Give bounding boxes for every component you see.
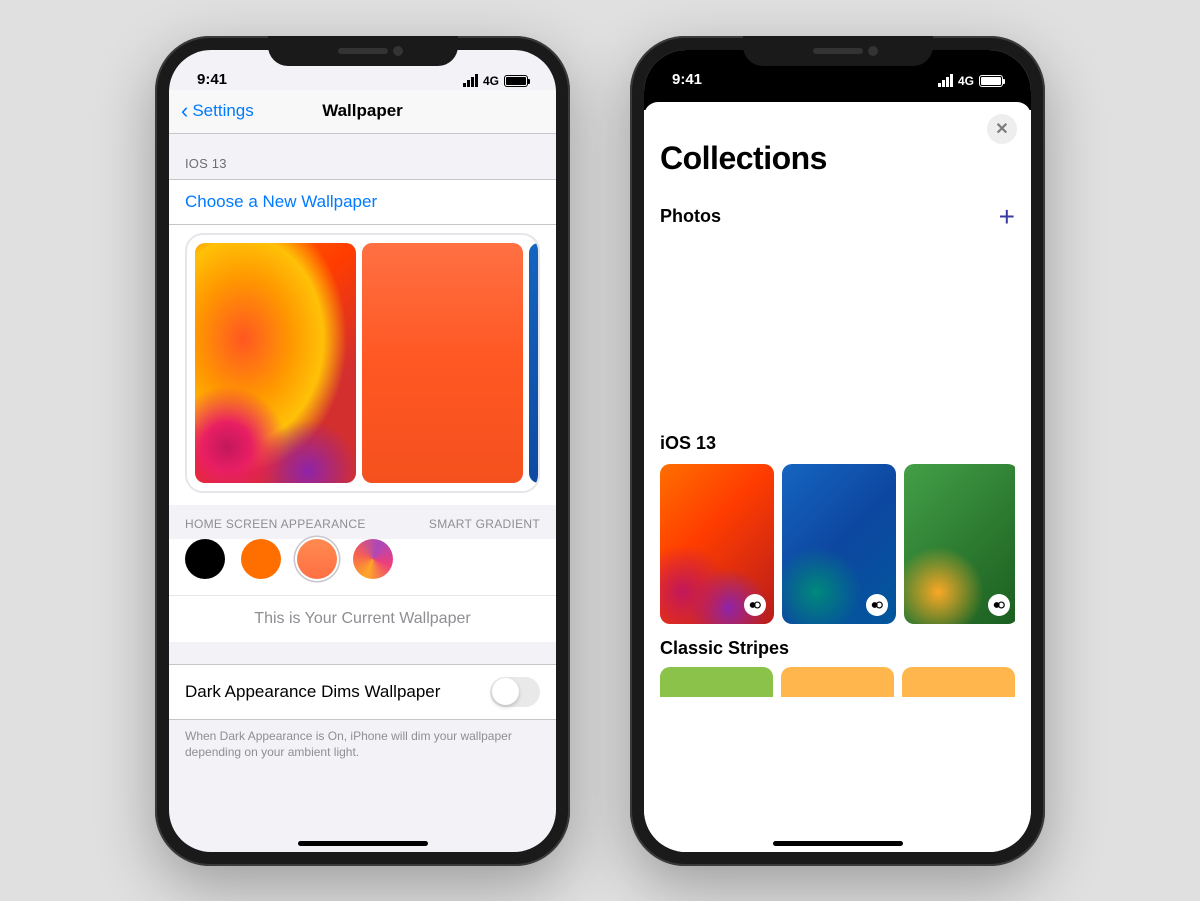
status-bar: 9:41 4G	[169, 50, 556, 90]
preview-card[interactable]	[185, 233, 540, 493]
swatch-orange[interactable]	[241, 539, 281, 579]
nav-bar: ‹ Settings Wallpaper	[169, 90, 556, 134]
dark-appearance-label: Dark Appearance Dims Wallpaper	[185, 682, 440, 702]
swatch-multicolor[interactable]	[353, 539, 393, 579]
swatch-black[interactable]	[185, 539, 225, 579]
classic-stripes-thumbs[interactable]	[660, 667, 1015, 697]
wallpaper-thumb-green[interactable]	[904, 464, 1015, 624]
wallpaper-thumb-next[interactable]	[529, 243, 540, 483]
wallpaper-thumb-blue[interactable]	[782, 464, 896, 624]
screen-collections: 9:41 4G ✕ Collections Photos + iOS 13	[644, 50, 1031, 852]
dynamic-badge-icon	[988, 594, 1010, 616]
section-stripes-title: Classic Stripes	[660, 638, 1015, 659]
label-smart-gradient: SMART GRADIENT	[429, 517, 540, 531]
current-wallpaper-text: This is Your Current Wallpaper	[169, 595, 556, 642]
home-indicator[interactable]	[298, 841, 428, 846]
battery-icon	[504, 75, 528, 87]
signal-icon	[938, 74, 953, 87]
battery-icon	[979, 75, 1003, 87]
choose-wallpaper-link[interactable]: Choose a New Wallpaper	[169, 179, 556, 225]
section-header-ios13: IOS 13	[169, 134, 556, 179]
appearance-labels: HOME SCREEN APPEARANCE SMART GRADIENT	[169, 505, 556, 539]
wallpaper-thumb-lock[interactable]	[195, 243, 356, 483]
dark-appearance-row: Dark Appearance Dims Wallpaper	[169, 664, 556, 720]
chevron-left-icon: ‹	[181, 100, 188, 122]
back-label: Settings	[192, 101, 253, 121]
close-icon: ✕	[995, 119, 1008, 139]
network-label: 4G	[958, 74, 974, 88]
screen-wallpaper-settings: 9:41 4G ‹ Settings Wallpaper IOS 13 Choo…	[169, 50, 556, 852]
page-title: Collections	[660, 140, 1015, 177]
label-home-appearance: HOME SCREEN APPEARANCE	[185, 517, 366, 531]
home-indicator[interactable]	[773, 841, 903, 846]
phone-left: 9:41 4G ‹ Settings Wallpaper IOS 13 Choo…	[155, 36, 570, 866]
dark-appearance-toggle[interactable]	[490, 677, 540, 707]
dark-appearance-footer: When Dark Appearance is On, iPhone will …	[169, 720, 556, 770]
wallpaper-thumb-orange[interactable]	[660, 464, 774, 624]
photos-label: Photos	[660, 206, 721, 227]
dynamic-badge-icon	[744, 594, 766, 616]
stripe-thumb-orange-2[interactable]	[902, 667, 1015, 697]
color-swatches	[169, 539, 556, 595]
status-time: 9:41	[197, 71, 227, 88]
network-label: 4G	[483, 74, 499, 88]
back-button[interactable]: ‹ Settings	[181, 100, 254, 122]
status-time: 9:41	[672, 71, 702, 88]
add-photos-button[interactable]: +	[999, 201, 1015, 233]
stripe-thumb-orange[interactable]	[781, 667, 894, 697]
signal-icon	[463, 74, 478, 87]
ios13-thumbs[interactable]	[660, 464, 1015, 624]
dynamic-badge-icon	[866, 594, 888, 616]
phone-right: 9:41 4G ✕ Collections Photos + iOS 13	[630, 36, 1045, 866]
plus-icon: +	[999, 201, 1015, 232]
swatch-orange-gradient[interactable]	[297, 539, 337, 579]
stripe-thumb-green[interactable]	[660, 667, 773, 697]
wallpaper-preview	[169, 225, 556, 505]
photos-row: Photos +	[660, 201, 1015, 233]
section-ios13-title: iOS 13	[660, 433, 1015, 454]
wallpaper-thumb-home[interactable]	[362, 243, 523, 483]
close-button[interactable]: ✕	[987, 114, 1017, 144]
collections-sheet: ✕ Collections Photos + iOS 13	[644, 102, 1031, 852]
status-bar: 9:41 4G	[644, 50, 1031, 90]
